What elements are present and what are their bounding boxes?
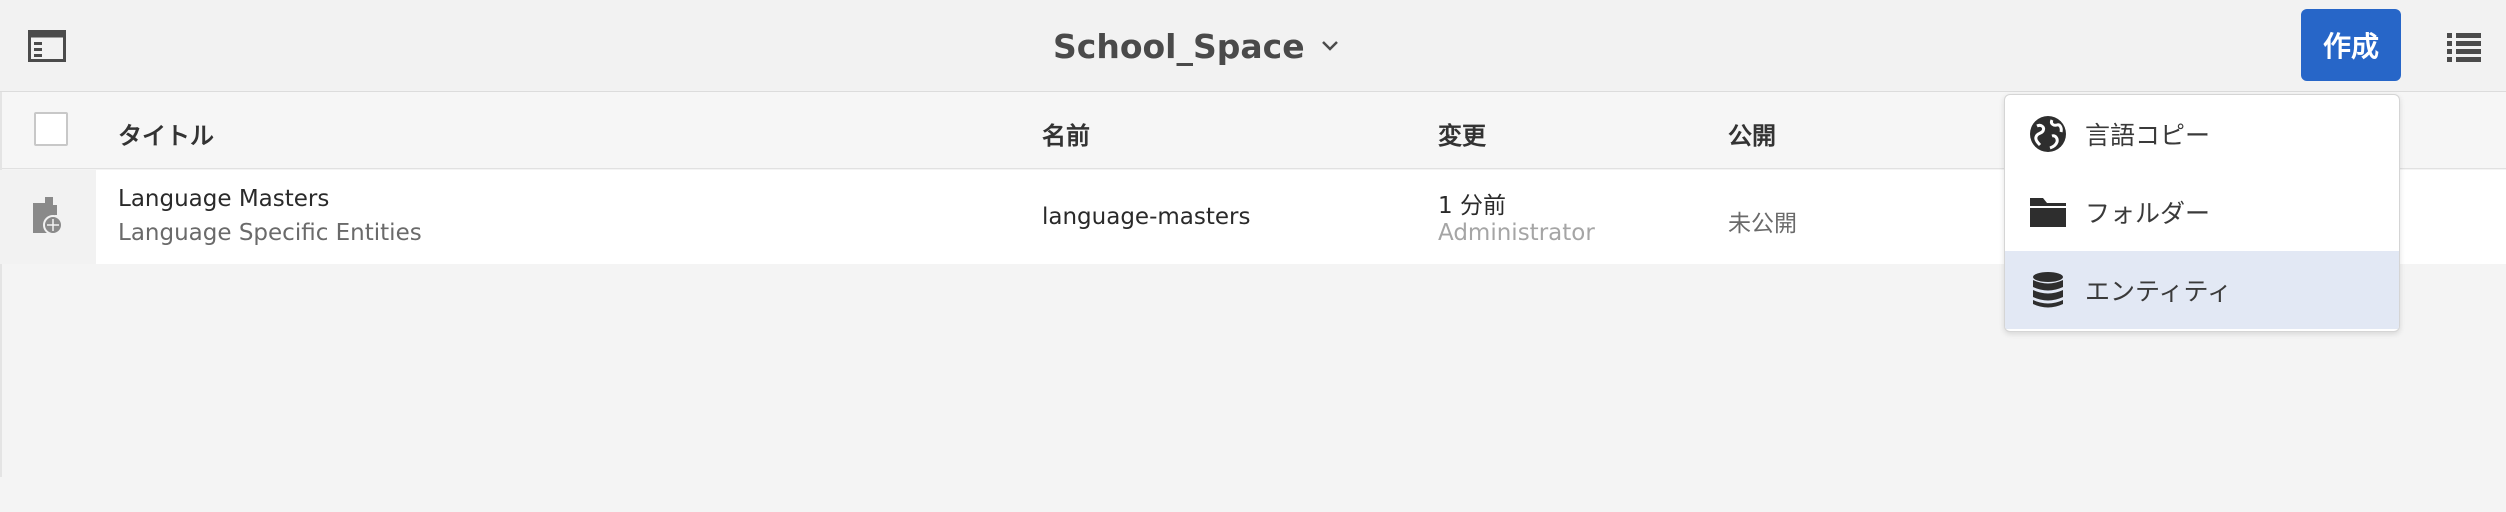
row-title[interactable]: Language Masters bbox=[118, 186, 329, 212]
row-name: language-masters bbox=[1042, 204, 1251, 230]
rail-toggle-icon[interactable] bbox=[28, 30, 68, 64]
folder-icon bbox=[2025, 189, 2071, 235]
menu-item-label: エンティティ bbox=[2085, 277, 2233, 306]
database-icon bbox=[2025, 267, 2071, 313]
globe-icon bbox=[2025, 111, 2071, 157]
column-header-title[interactable]: タイトル bbox=[118, 116, 214, 151]
top-toolbar: School_Space 作成 bbox=[0, 0, 2506, 92]
row-published-status: 未公開 bbox=[1728, 211, 1797, 237]
menu-item-language-copy[interactable]: 言語コピー bbox=[2005, 95, 2399, 173]
column-header-modified[interactable]: 変更 bbox=[1438, 116, 1486, 151]
page-title: School_Space bbox=[1053, 26, 1305, 66]
create-button[interactable]: 作成 bbox=[2301, 9, 2401, 81]
row-modified-by: Administrator bbox=[1438, 220, 1595, 246]
column-header-published[interactable]: 公開 bbox=[1728, 116, 1776, 151]
column-header-name[interactable]: 名前 bbox=[1042, 116, 1090, 151]
content-left-border bbox=[0, 92, 2, 477]
menu-item-entity[interactable]: エンティティ bbox=[2005, 251, 2399, 329]
menu-item-label: フォルダー bbox=[2085, 199, 2211, 228]
language-masters-icon bbox=[31, 195, 63, 237]
chevron-down-icon bbox=[1321, 41, 1338, 51]
select-all-checkbox[interactable] bbox=[34, 112, 68, 146]
create-menu: 言語コピー フォルダー エンティティ bbox=[2004, 94, 2400, 332]
menu-item-folder[interactable]: フォルダー bbox=[2005, 173, 2399, 251]
list-view-icon[interactable] bbox=[2446, 30, 2482, 64]
menu-item-label: 言語コピー bbox=[2085, 121, 2211, 150]
row-modified-time: 1 分前 bbox=[1438, 193, 1506, 219]
row-subtitle: Language Specific Entities bbox=[118, 220, 422, 246]
space-title-switcher[interactable]: School_Space bbox=[1053, 22, 1341, 70]
